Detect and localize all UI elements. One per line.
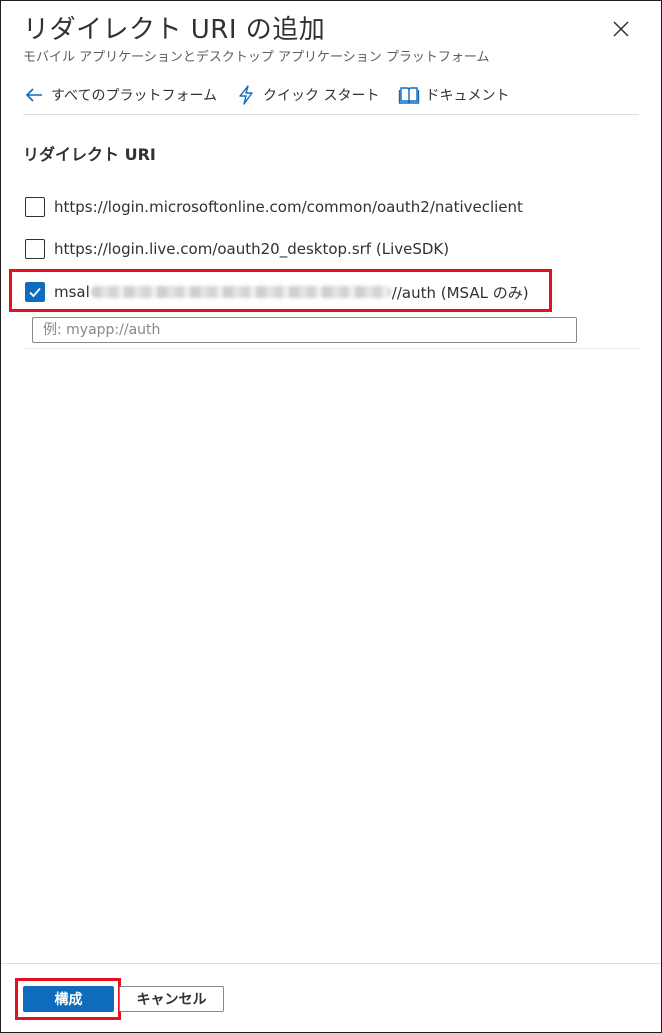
option-nativeclient[interactable]: https://login.microsoftonline.com/common… [25,196,523,218]
lightning-icon [239,85,253,105]
redacted-text [90,286,391,298]
checkmark-icon [29,287,41,298]
command-bar: すべてのプラットフォーム クイック スタート ドキュメント [23,81,639,109]
cancel-button[interactable]: キャンセル [119,986,224,1012]
livesdk-checkbox[interactable] [25,239,45,259]
msal-checkbox[interactable] [25,282,45,302]
livesdk-label: https://login.live.com/oauth20_desktop.s… [54,240,450,258]
toolbar-divider [23,114,639,115]
back-arrow-icon [25,88,42,102]
close-icon [613,21,629,37]
configure-button[interactable]: 構成 [23,986,114,1012]
footer-divider [1,963,661,964]
row-divider [23,348,639,349]
nativeclient-checkbox[interactable] [25,197,45,217]
documents-button[interactable]: ドキュメント [398,84,510,106]
close-button[interactable] [607,15,635,43]
all-platforms-button[interactable]: すべてのプラットフォーム [23,84,217,106]
page-title: リダイレクト URI の追加 [23,15,326,45]
all-platforms-label: すべてのプラットフォーム [51,88,218,104]
msal-suffix: //auth (MSAL のみ) [391,283,529,302]
page-subtitle: モバイル アプリケーションとデスクトップ アプリケーション プラットフォーム [23,50,490,65]
nativeclient-label: https://login.microsoftonline.com/common… [54,198,523,216]
custom-uri-input[interactable] [32,317,577,343]
option-msal[interactable]: msal //auth (MSAL のみ) [25,281,529,303]
option-livesdk[interactable]: https://login.live.com/oauth20_desktop.s… [25,238,449,260]
documents-label: ドキュメント [425,88,510,104]
quick-start-label: クイック スタート [263,88,380,104]
msal-label: msal //auth (MSAL のみ) [54,282,529,303]
book-icon [398,87,419,104]
redirect-uri-heading: リダイレクト URI [23,145,156,164]
add-redirect-uri-panel: リダイレクト URI の追加 モバイル アプリケーションとデスクトップ アプリケ… [0,0,662,1033]
msal-prefix: msal [54,283,90,301]
quick-start-button[interactable]: クイック スタート [235,84,380,106]
